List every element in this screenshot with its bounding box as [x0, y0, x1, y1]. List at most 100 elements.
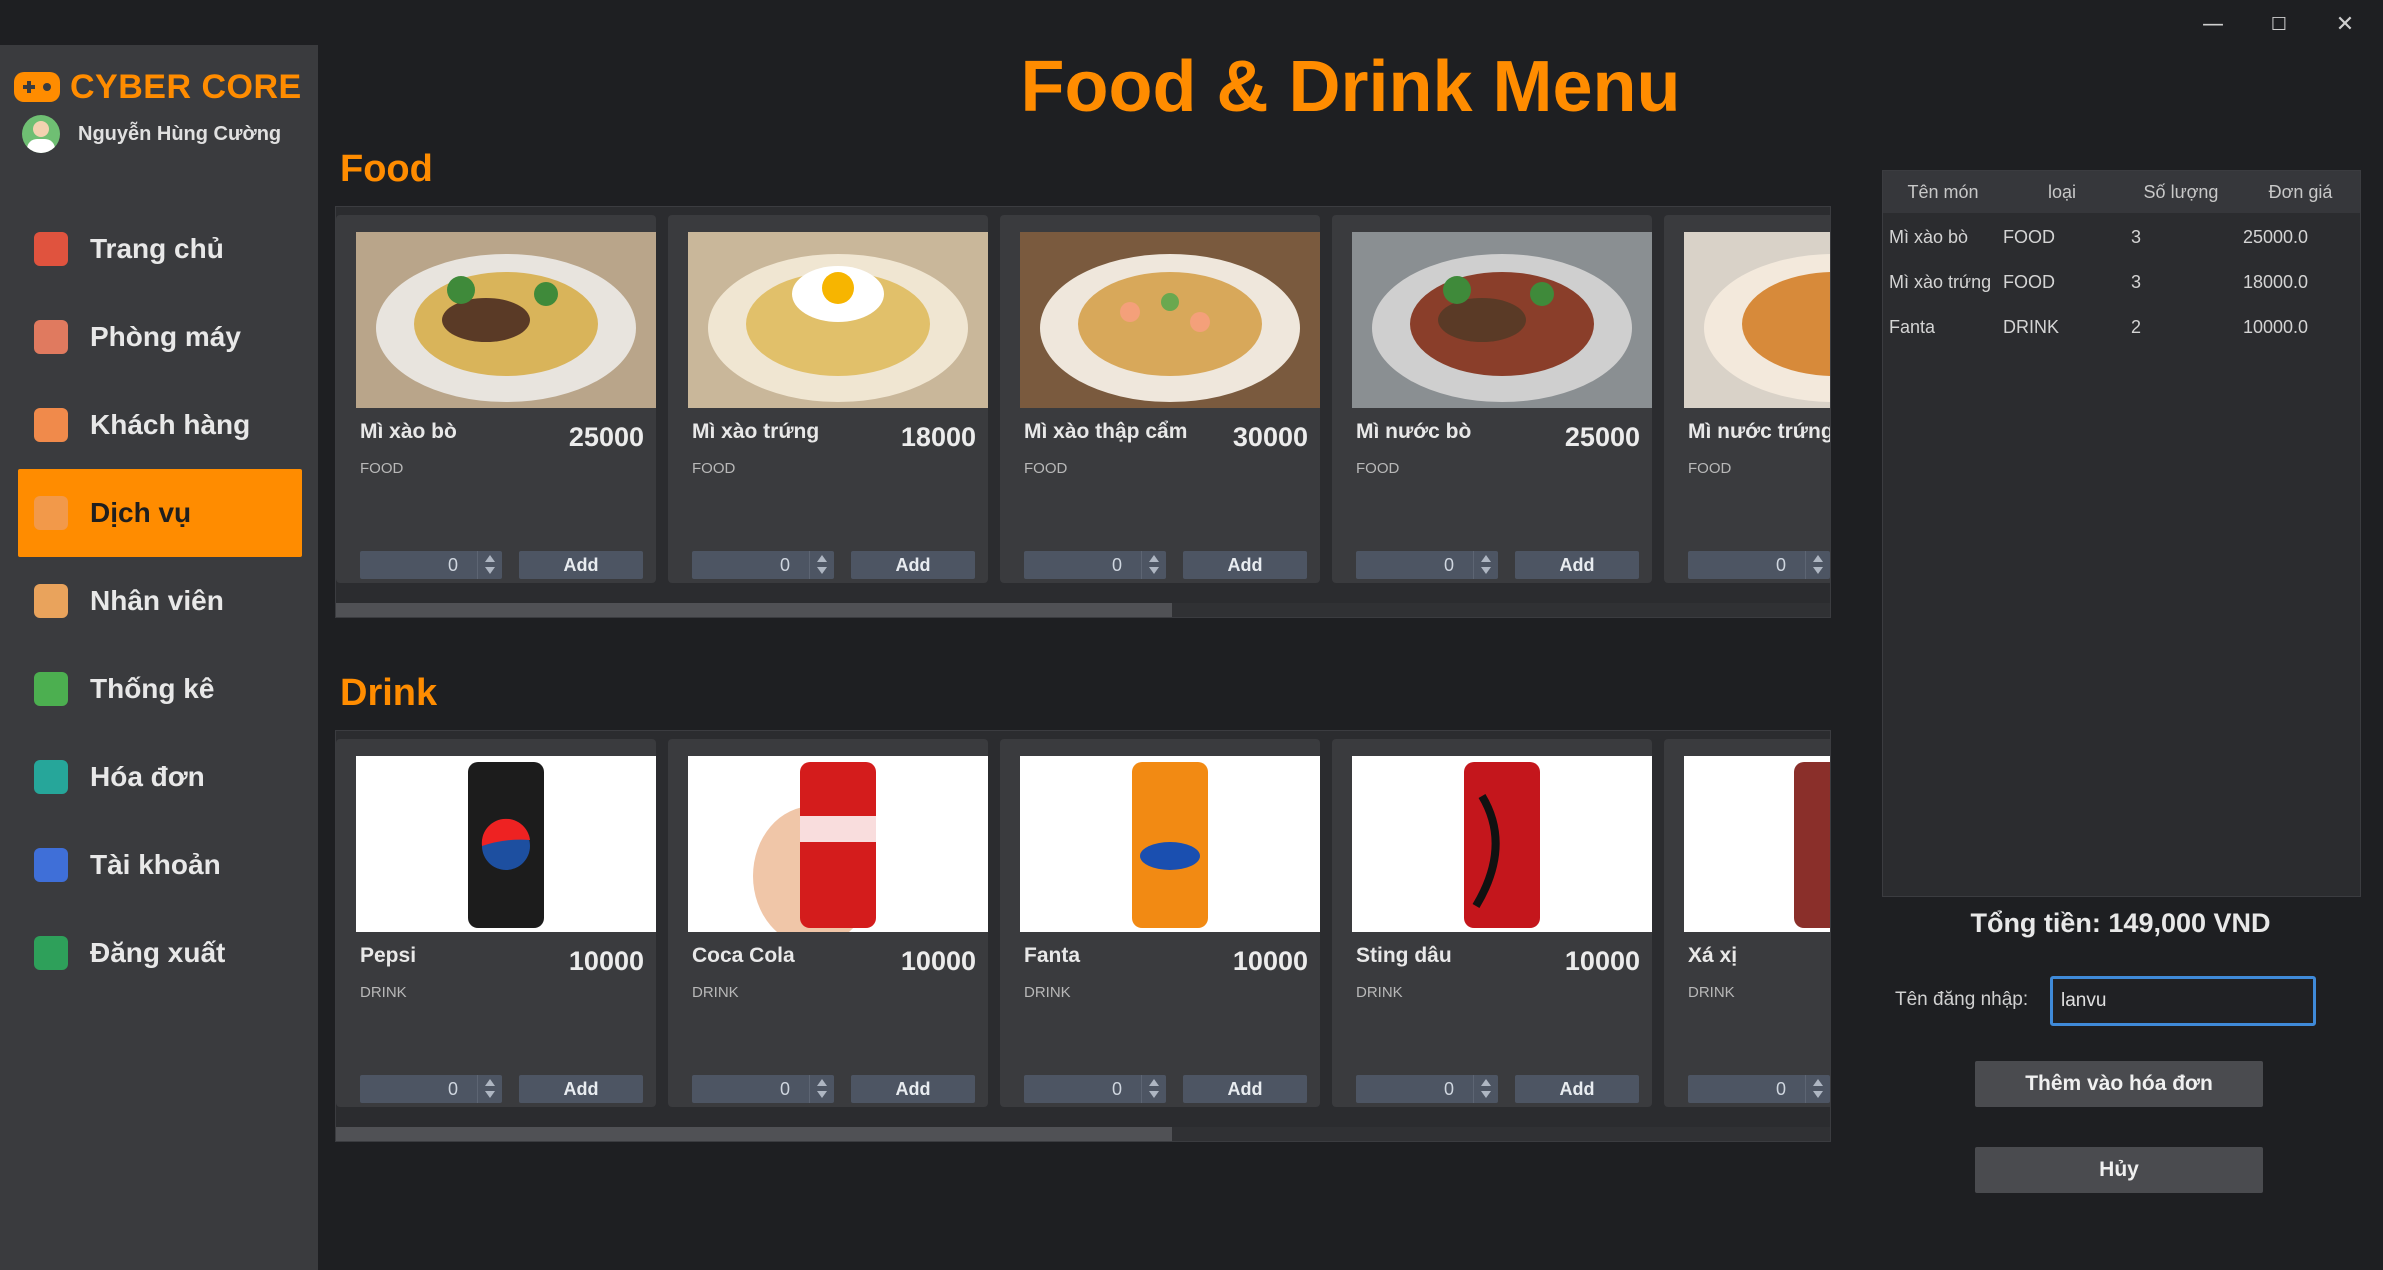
add-button[interactable]: Add [1515, 551, 1639, 579]
table-cell: DRINK [2003, 317, 2060, 337]
col-header-type[interactable]: loại [2003, 171, 2121, 213]
col-header-name[interactable]: Tên món [1883, 171, 2003, 213]
drink-scroll-thumb[interactable] [336, 1127, 1172, 1141]
add-to-invoice-button[interactable]: Thêm vào hóa đơn [1975, 1061, 2263, 1107]
drink-card: Coca Cola 10000 DRINK 0 Add [668, 739, 988, 1107]
quantity-value[interactable]: 0 [1444, 555, 1454, 576]
minimize-button[interactable]: — [2193, 10, 2233, 40]
arrow-down-icon[interactable] [1149, 567, 1159, 574]
spinner-arrows[interactable] [809, 551, 834, 579]
sidebar-item-1[interactable]: Phòng máy [18, 293, 302, 381]
col-header-price[interactable]: Đơn giá [2241, 171, 2360, 213]
arrow-up-icon[interactable] [1813, 1079, 1823, 1086]
arrow-up-icon[interactable] [485, 555, 495, 562]
add-button[interactable]: Add [1515, 1075, 1639, 1103]
spinner-arrows[interactable] [1141, 551, 1166, 579]
sidebar-item-0[interactable]: Trang chủ [18, 205, 302, 293]
drink-card: Xá xịDRINK0Add [1664, 739, 1830, 1107]
arrow-up-icon[interactable] [1149, 1079, 1159, 1086]
quantity-value[interactable]: 0 [1776, 555, 1786, 576]
sidebar-item-4[interactable]: Nhân viên [18, 557, 302, 645]
table-row[interactable]: Fanta DRINK 2 10000.0 [1883, 305, 2360, 349]
sidebar-item-2[interactable]: Khách hàng [18, 381, 302, 469]
arrow-down-icon[interactable] [1481, 567, 1491, 574]
arrow-down-icon[interactable] [817, 1091, 827, 1098]
item-price: 10000 [1564, 946, 1640, 976]
sidebar-item-label: Nhân viên [90, 585, 224, 616]
arrow-up-icon[interactable] [817, 1079, 827, 1086]
quantity-stepper[interactable]: 0 [1024, 1075, 1166, 1103]
drink-scrollbar[interactable] [336, 1127, 1830, 1141]
sidebar-item-3[interactable]: Dịch vụ [18, 469, 302, 557]
quantity-stepper[interactable]: 0 [692, 1075, 834, 1103]
spinner-arrows[interactable] [477, 1075, 502, 1103]
quantity-value[interactable]: 0 [780, 555, 790, 576]
arrow-down-icon[interactable] [485, 1091, 495, 1098]
item-type: DRINK [360, 984, 407, 1001]
add-button[interactable]: Add [851, 551, 975, 579]
item-type: FOOD [692, 460, 736, 477]
table-cell: 25000.0 [2243, 227, 2309, 247]
spinner-arrows[interactable] [1141, 1075, 1166, 1103]
arrow-down-icon[interactable] [1813, 567, 1823, 574]
add-button[interactable]: Add [519, 551, 643, 579]
maximize-button[interactable]: ☐ [2259, 10, 2299, 40]
arrow-down-icon[interactable] [1481, 1091, 1491, 1098]
arrow-up-icon[interactable] [1149, 555, 1159, 562]
arrow-up-icon[interactable] [817, 555, 827, 562]
food-scrollbar[interactable] [336, 603, 1830, 617]
arrow-down-icon[interactable] [1149, 1091, 1159, 1098]
spinner-arrows[interactable] [809, 1075, 834, 1103]
quantity-stepper[interactable]: 0 [1356, 1075, 1498, 1103]
quantity-value[interactable]: 0 [448, 1079, 458, 1100]
food-image [688, 232, 988, 408]
quantity-value[interactable]: 0 [1444, 1079, 1454, 1100]
quantity-value[interactable]: 0 [1112, 555, 1122, 576]
quantity-stepper[interactable]: 0 [1688, 551, 1830, 579]
add-button[interactable]: Add [851, 1075, 975, 1103]
sidebar: CYBER CORE Nguyễn Hùng Cường Trang chủ Ph… [0, 45, 318, 1270]
arrow-down-icon[interactable] [1813, 1091, 1823, 1098]
cancel-button[interactable]: Hủy [1975, 1147, 2263, 1193]
arrow-down-icon[interactable] [817, 567, 827, 574]
table-cell: 2 [2131, 317, 2142, 337]
arrow-down-icon[interactable] [485, 567, 495, 574]
sidebar-item-6[interactable]: Hóa đơn [18, 733, 302, 821]
brand-name: CYBER CORE [70, 67, 302, 106]
arrow-up-icon[interactable] [1481, 1079, 1491, 1086]
quantity-value[interactable]: 0 [780, 1079, 790, 1100]
food-cards: Mì xào bò 25000 FOOD 0 Add Mì xào trứng 18000 F… [336, 207, 1830, 587]
add-button[interactable]: Add [1183, 1075, 1307, 1103]
quantity-stepper[interactable]: 0 [360, 1075, 502, 1103]
spinner-arrows[interactable] [477, 551, 502, 579]
close-button[interactable]: ✕ [2325, 10, 2365, 40]
quantity-value[interactable]: 0 [448, 555, 458, 576]
account-gear-icon [34, 848, 68, 882]
table-row[interactable]: Mì xào bò FOOD 3 25000.0 [1883, 215, 2360, 259]
quantity-stepper[interactable]: 0 [360, 551, 502, 579]
sidebar-item-5[interactable]: Thống kê [18, 645, 302, 733]
arrow-up-icon[interactable] [485, 1079, 495, 1086]
add-button[interactable]: Add [1183, 551, 1307, 579]
quantity-stepper[interactable]: 0 [1356, 551, 1498, 579]
arrow-up-icon[interactable] [1813, 555, 1823, 562]
quantity-value[interactable]: 0 [1112, 1079, 1122, 1100]
quantity-stepper[interactable]: 0 [692, 551, 834, 579]
login-input[interactable]: lanvu [2050, 976, 2316, 1026]
sidebar-item-8[interactable]: Đăng xuất [18, 909, 302, 997]
arrow-up-icon[interactable] [1481, 555, 1491, 562]
add-button[interactable]: Add [519, 1075, 643, 1103]
item-type: FOOD [1688, 460, 1732, 477]
quantity-stepper[interactable]: 0 [1688, 1075, 1830, 1103]
spinner-arrows[interactable] [1805, 551, 1830, 579]
quantity-value[interactable]: 0 [1776, 1079, 1786, 1100]
sidebar-item-7[interactable]: Tài khoản [18, 821, 302, 909]
food-scroll-thumb[interactable] [336, 603, 1172, 617]
spinner-arrows[interactable] [1473, 1075, 1498, 1103]
col-header-qty[interactable]: Số lượng [2121, 171, 2241, 213]
spinner-arrows[interactable] [1805, 1075, 1830, 1103]
table-row[interactable]: Mì xào trứng FOOD 3 18000.0 [1883, 260, 2360, 304]
quantity-stepper[interactable]: 0 [1024, 551, 1166, 579]
item-price: 10000 [1232, 946, 1308, 976]
spinner-arrows[interactable] [1473, 551, 1498, 579]
